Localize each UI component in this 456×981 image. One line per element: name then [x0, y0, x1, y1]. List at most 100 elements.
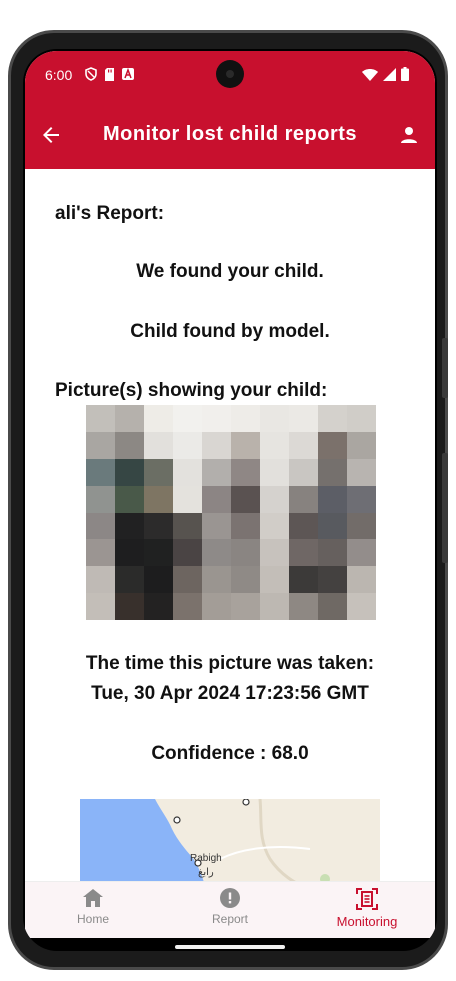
time-value: Tue, 30 Apr 2024 17:23:56 GMT	[91, 683, 369, 704]
phone-bezel: 6:00 Monitor lost child reports ali's Re…	[23, 49, 437, 951]
nav-home-label: Home	[76, 912, 109, 926]
photo-pixel	[347, 405, 376, 432]
photo-pixel	[318, 593, 347, 620]
photo-pixel	[318, 539, 347, 567]
page-title: Monitor lost child reports	[102, 123, 358, 145]
time-label: The time this picture was taken:	[85, 653, 375, 674]
photo-pixel	[86, 593, 115, 620]
report-content[interactable]: ali's Report: We found your child. Child…	[25, 169, 435, 881]
photo-pixel	[173, 593, 202, 620]
signal-icon	[383, 67, 396, 81]
photo-pixel	[289, 485, 318, 513]
child-photo	[86, 405, 376, 620]
status-bar: 6:00	[25, 51, 435, 101]
photo-pixel	[347, 539, 376, 567]
photo-pixel	[289, 431, 318, 459]
document-scanner-icon	[356, 888, 378, 910]
status-time: 6:00	[45, 67, 73, 83]
photo-pixel	[115, 593, 144, 620]
nav-report[interactable]: Report	[170, 888, 290, 926]
person-icon[interactable]	[397, 123, 421, 147]
photo-pixel	[173, 566, 202, 594]
photo-pixel	[289, 539, 318, 567]
gesture-bar[interactable]	[175, 945, 285, 949]
location-map[interactable]: Rabigh رابغ	[80, 799, 380, 881]
confidence-value: Confidence : 68.0	[151, 743, 309, 764]
photo-pixel	[289, 458, 318, 486]
photo-pixel	[115, 431, 144, 459]
report-title: ali's Report:	[55, 203, 165, 224]
photo-pixel	[231, 405, 260, 432]
photo-pixel	[231, 593, 260, 620]
photo-pixel	[144, 566, 173, 594]
photo-pixel	[347, 458, 376, 486]
photo-pixel	[173, 539, 202, 567]
photo-pixel	[260, 539, 289, 567]
bottom-navigation: Home Report Monitoring	[25, 881, 435, 938]
app-bar: Monitor lost child reports	[25, 101, 435, 169]
nav-home[interactable]: Home	[33, 888, 153, 926]
accessibility-a-icon	[122, 68, 134, 80]
alert-circle-icon	[220, 888, 240, 908]
photo-pixel	[347, 566, 376, 594]
photo-pixel	[260, 593, 289, 620]
battery-icon	[401, 67, 409, 81]
photo-pixel	[289, 566, 318, 594]
photo-pixel	[318, 512, 347, 540]
photo-pixel	[115, 485, 144, 513]
photo-pixel	[173, 405, 202, 432]
photo-pixel	[144, 405, 173, 432]
photo-pixel	[173, 512, 202, 540]
photo-pixel	[347, 431, 376, 459]
photo-pixel	[231, 566, 260, 594]
photo-pixel	[86, 405, 115, 432]
photo-pixel	[318, 566, 347, 594]
photo-pixel	[86, 566, 115, 594]
wifi-icon	[362, 68, 378, 81]
map-label-rabigh-arabic: رابغ	[198, 867, 214, 878]
photo-pixel	[318, 431, 347, 459]
photo-pixel	[144, 431, 173, 459]
photo-pixel	[86, 539, 115, 567]
photo-pixel	[202, 539, 231, 567]
shield-icon	[85, 67, 97, 81]
photo-pixel	[347, 485, 376, 513]
photo-pixel	[115, 458, 144, 486]
photo-pixel	[347, 512, 376, 540]
arrow-back-icon[interactable]	[39, 123, 63, 147]
photo-pixel	[144, 458, 173, 486]
phone-frame: 6:00 Monitor lost child reports ali's Re…	[8, 30, 448, 970]
photo-pixel	[231, 485, 260, 513]
nav-monitoring-label: Monitoring	[336, 914, 398, 929]
nav-monitoring[interactable]: Monitoring	[307, 888, 427, 929]
sd-card-icon	[105, 67, 114, 81]
photo-pixel	[289, 512, 318, 540]
home-icon	[83, 889, 103, 907]
photo-pixel	[231, 512, 260, 540]
photo-pixel	[231, 431, 260, 459]
photo-pixel	[260, 512, 289, 540]
photo-pixel	[318, 485, 347, 513]
found-by-text: Child found by model.	[130, 321, 330, 342]
photo-pixel	[86, 485, 115, 513]
photo-pixel	[202, 593, 231, 620]
photo-pixel	[144, 485, 173, 513]
photo-pixel	[202, 485, 231, 513]
photo-pixel	[115, 566, 144, 594]
photo-pixel	[260, 485, 289, 513]
photo-pixel	[202, 431, 231, 459]
photo-pixel	[289, 593, 318, 620]
photo-pixel	[115, 405, 144, 432]
photo-pixel	[202, 458, 231, 486]
photo-pixel	[231, 458, 260, 486]
photo-pixel	[202, 405, 231, 432]
map-graphic: Rabigh رابغ	[80, 799, 380, 881]
photo-pixel	[86, 458, 115, 486]
screen: 6:00 Monitor lost child reports ali's Re…	[25, 51, 435, 938]
front-camera	[216, 60, 244, 88]
photo-pixel	[86, 512, 115, 540]
volume-button	[442, 338, 448, 398]
photo-pixel	[260, 458, 289, 486]
photo-pixel	[173, 485, 202, 513]
photo-pixel	[173, 431, 202, 459]
